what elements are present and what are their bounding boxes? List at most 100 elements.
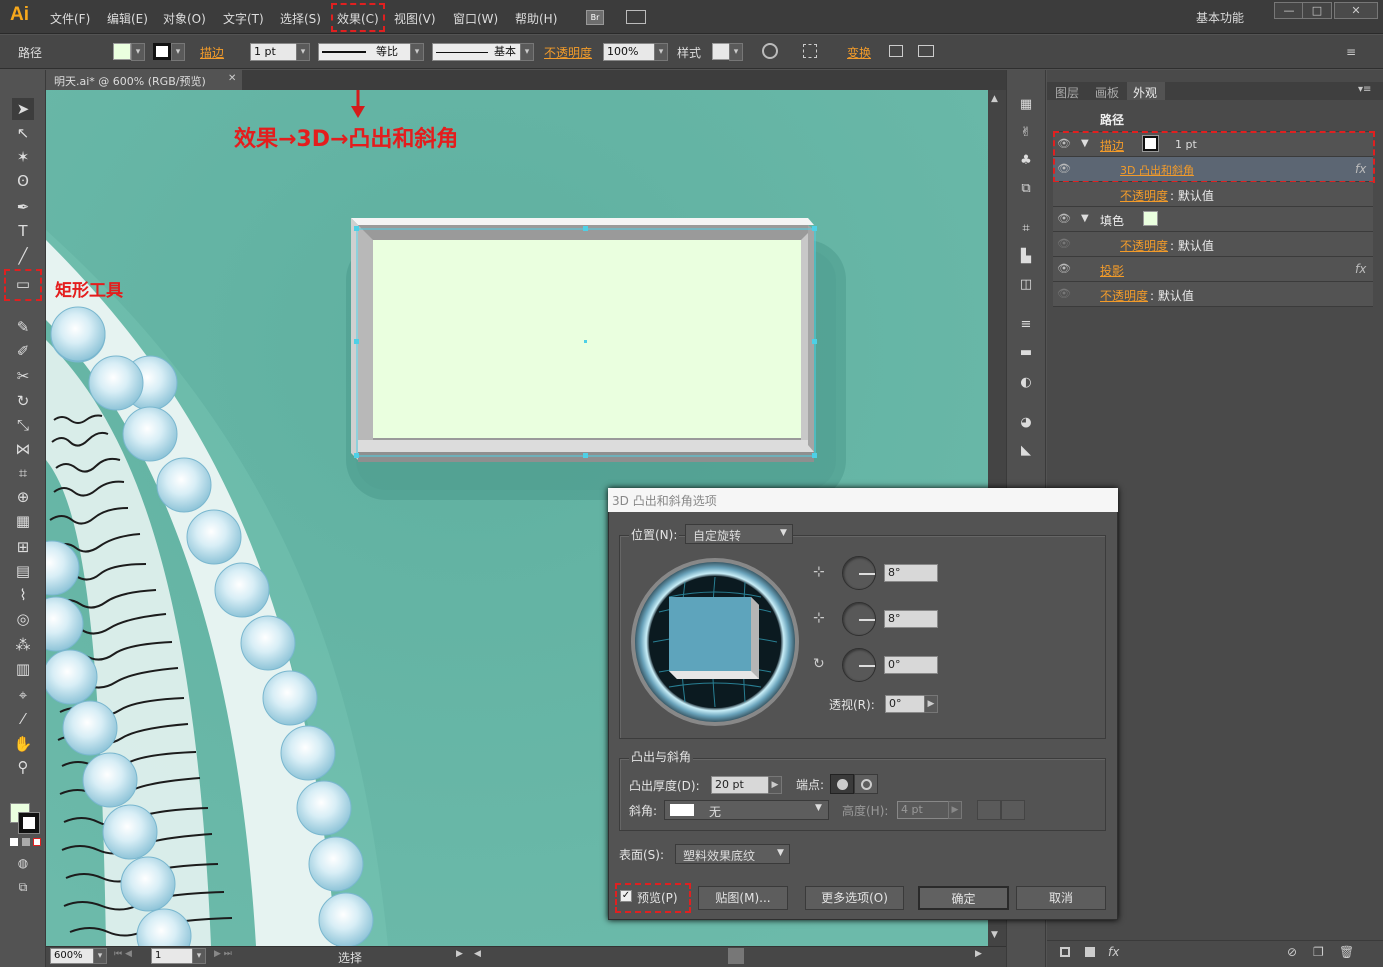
perspective-slider-button[interactable]: ▶ bbox=[924, 695, 938, 713]
artboard-tool-icon[interactable]: ⌖ bbox=[12, 684, 34, 706]
zoom-field[interactable]: 600% bbox=[50, 948, 94, 964]
swatches-panel-icon[interactable]: ▦ bbox=[1015, 94, 1037, 116]
transform-panel-icon[interactable]: ⌗ bbox=[1015, 218, 1037, 240]
rotation-trackball[interactable] bbox=[629, 557, 802, 727]
visibility-eye-icon[interactable]: 👁 bbox=[1057, 237, 1071, 250]
fx-icon[interactable]: fx bbox=[1355, 262, 1366, 276]
profile-dropdown[interactable]: ▾ bbox=[410, 43, 424, 61]
opacity-dropdown[interactable]: ▾ bbox=[654, 43, 668, 61]
column-graph-tool-icon[interactable]: ▥ bbox=[12, 658, 34, 680]
menu-select[interactable]: 选择(S) bbox=[280, 10, 321, 27]
magic-wand-tool-icon[interactable]: ✶ bbox=[12, 146, 34, 168]
isolate-icon[interactable] bbox=[889, 45, 903, 57]
fill-opacity-label[interactable]: 不透明度 bbox=[1120, 237, 1168, 254]
gradient-panel-icon[interactable]: ▬ bbox=[1015, 342, 1037, 364]
artboard-number-field[interactable]: 1 bbox=[151, 948, 193, 964]
duplicate-item-icon[interactable]: ❐ bbox=[1313, 945, 1324, 959]
scale-tool-icon[interactable]: ⤡ bbox=[12, 414, 34, 436]
graphic-styles-panel-icon[interactable]: ⧉ bbox=[1015, 178, 1037, 200]
tab-artboards[interactable]: 画板 bbox=[1095, 84, 1119, 101]
cap-on-button[interactable] bbox=[830, 774, 854, 794]
gradient-mode-icon[interactable] bbox=[22, 838, 30, 846]
x-rotation-dial[interactable] bbox=[842, 556, 876, 590]
drawing-mode-icon[interactable]: ◍ bbox=[12, 852, 34, 874]
object-opacity-label[interactable]: 不透明度 bbox=[1100, 287, 1148, 304]
symbol-sprayer-tool-icon[interactable]: ⁂ bbox=[12, 634, 34, 656]
opacity-field[interactable]: 100% bbox=[603, 43, 655, 61]
brush-dropdown[interactable]: ▾ bbox=[520, 43, 534, 61]
add-fill-icon[interactable] bbox=[1085, 947, 1095, 957]
width-tool-icon[interactable]: ⋈ bbox=[12, 438, 34, 460]
menu-object[interactable]: 对象(O) bbox=[163, 10, 206, 27]
ok-button[interactable]: 确定 bbox=[918, 886, 1009, 910]
height-slider-button[interactable]: ▶ bbox=[948, 801, 962, 819]
rotate-tool-icon[interactable]: ↻ bbox=[12, 390, 34, 412]
stroke-dropdown[interactable]: ▾ bbox=[171, 43, 185, 61]
more-options-button[interactable]: 更多选项(O) bbox=[805, 886, 904, 910]
stroke-opacity-label[interactable]: 不透明度 bbox=[1120, 187, 1168, 204]
direct-selection-tool-icon[interactable]: ↖ bbox=[12, 122, 34, 144]
stroke-weight-field[interactable]: 1 pt bbox=[250, 43, 300, 61]
style-dropdown[interactable]: ▾ bbox=[729, 43, 743, 61]
cap-off-button[interactable] bbox=[854, 774, 878, 794]
visibility-eye-icon[interactable]: 👁 bbox=[1057, 212, 1071, 225]
cancel-button[interactable]: 取消 bbox=[1016, 886, 1106, 910]
add-effect-icon[interactable]: fx bbox=[1108, 945, 1119, 959]
hscroll-right-icon[interactable]: ▶ bbox=[975, 949, 982, 959]
y-rotation-dial[interactable] bbox=[842, 602, 876, 636]
menu-view[interactable]: 视图(V) bbox=[394, 10, 436, 27]
type-tool-icon[interactable]: T bbox=[12, 220, 34, 242]
status-menu-icon[interactable]: ▶ bbox=[456, 949, 463, 959]
pen-tool-icon[interactable]: ✒ bbox=[12, 196, 34, 218]
recolor-icon[interactable] bbox=[762, 43, 778, 59]
menu-edit[interactable]: 编辑(E) bbox=[107, 10, 148, 27]
bevel-in-button[interactable] bbox=[1001, 800, 1025, 820]
surface-select[interactable]: 塑料效果底纹 ▼ bbox=[675, 844, 790, 864]
menu-help[interactable]: 帮助(H) bbox=[515, 10, 557, 27]
delete-item-icon[interactable]: 🗑 bbox=[1339, 945, 1354, 959]
last-artboard-icon[interactable]: ▶ ⏭ bbox=[214, 949, 232, 959]
color-guide-panel-icon[interactable]: ◕ bbox=[1015, 412, 1037, 434]
arrange-icon[interactable] bbox=[918, 45, 934, 57]
line-tool-icon[interactable]: ╱ bbox=[12, 245, 34, 267]
z-rotation-dial[interactable] bbox=[842, 648, 876, 682]
symbols-panel-icon[interactable]: ♣ bbox=[1015, 150, 1037, 172]
color-panel-icon[interactable]: ◣ bbox=[1015, 440, 1037, 462]
x-rotation-field[interactable]: 8° bbox=[884, 564, 938, 582]
bridge-icon[interactable]: Br bbox=[586, 10, 604, 25]
minimize-button[interactable]: — bbox=[1274, 2, 1304, 19]
style-swatch[interactable] bbox=[712, 43, 730, 60]
document-tab[interactable]: 明天.ai* @ 600% (RGB/预览) bbox=[46, 70, 242, 90]
color-mode-icon[interactable] bbox=[10, 838, 18, 846]
z-rotation-field[interactable]: 0° bbox=[884, 656, 938, 674]
bevel-out-button[interactable] bbox=[977, 800, 1001, 820]
stroke-color-swatch[interactable] bbox=[19, 813, 39, 833]
zoom-dropdown[interactable]: ▾ bbox=[93, 948, 107, 964]
scissors-tool-icon[interactable]: ✂ bbox=[12, 365, 34, 387]
first-artboard-icon[interactable]: ⏮ ◀ bbox=[114, 949, 132, 959]
scroll-down-icon[interactable]: ▼ bbox=[991, 930, 998, 940]
fill-row-swatch[interactable] bbox=[1143, 211, 1158, 226]
stroke-panel-icon[interactable]: ≡ bbox=[1015, 314, 1037, 336]
rectangle-tool-icon[interactable]: ▭ bbox=[12, 273, 34, 295]
maximize-button[interactable]: □ bbox=[1302, 2, 1332, 19]
menu-type[interactable]: 文字(T) bbox=[223, 10, 264, 27]
blob-brush-tool-icon[interactable]: ✐ bbox=[12, 340, 34, 362]
arrange-documents-icon[interactable] bbox=[626, 10, 646, 24]
height-field[interactable]: 4 pt bbox=[897, 801, 949, 819]
mesh-tool-icon[interactable]: ⊞ bbox=[12, 536, 34, 558]
opacity-label[interactable]: 不透明度 bbox=[544, 44, 592, 61]
map-button[interactable]: 贴图(M)... bbox=[698, 886, 788, 910]
blend-tool-icon[interactable]: ◎ bbox=[12, 608, 34, 630]
depth-field[interactable]: 20 pt bbox=[711, 776, 769, 794]
hscroll-left-icon[interactable]: ◀ bbox=[474, 949, 481, 959]
fill-swatch[interactable] bbox=[113, 43, 131, 60]
screen-mode-icon[interactable]: ⧉ bbox=[12, 876, 34, 898]
preview-label[interactable]: 预览(P) bbox=[637, 889, 678, 906]
stroke-label[interactable]: 描边 bbox=[200, 44, 224, 61]
fill-row-label[interactable]: 填色 bbox=[1100, 212, 1124, 229]
hand-tool-icon[interactable]: ✋ bbox=[12, 733, 34, 755]
expand-arrow-icon[interactable]: ▼ bbox=[1081, 213, 1089, 224]
menu-window[interactable]: 窗口(W) bbox=[453, 10, 498, 27]
pathfinder-panel-icon[interactable]: ◫ bbox=[1015, 274, 1037, 296]
